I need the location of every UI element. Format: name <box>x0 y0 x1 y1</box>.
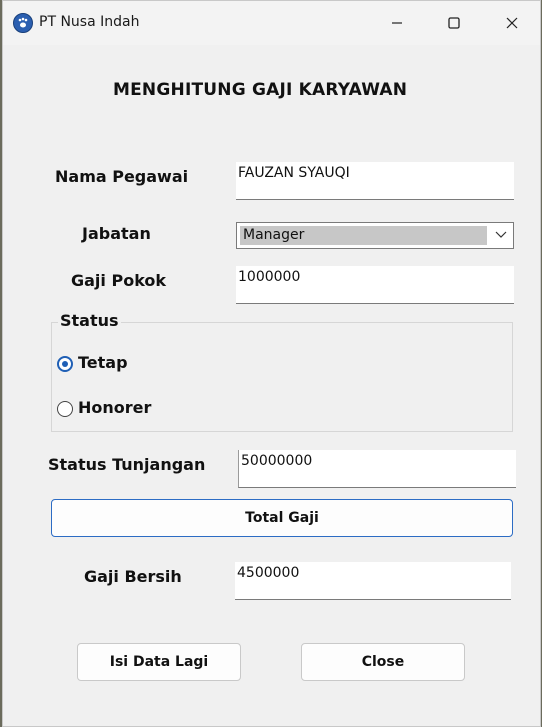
gaji-pokok-value: 1000000 <box>238 269 301 285</box>
nama-label: Nama Pegawai <box>55 167 189 186</box>
gaji-bersih-value: 4500000 <box>237 565 300 581</box>
minimize-icon <box>392 22 402 24</box>
page-title: MENGHITUNG GAJI KARYAWAN <box>113 80 408 100</box>
gaji-bersih-field[interactable]: 4500000 <box>235 562 511 600</box>
paw-icon <box>13 13 33 33</box>
radio-tetap-label[interactable]: Tetap <box>78 353 128 372</box>
gaji-bersih-label: Gaji Bersih <box>84 567 182 586</box>
maximize-icon <box>448 17 460 29</box>
gaji-pokok-field[interactable]: 1000000 <box>236 266 514 304</box>
tunjangan-value: 50000000 <box>241 453 313 469</box>
total-gaji-button[interactable]: Total Gaji <box>51 499 513 537</box>
gaji-pokok-label: Gaji Pokok <box>71 271 167 290</box>
jabatan-select[interactable]: Manager <box>236 222 514 249</box>
close-window-button[interactable] <box>483 1 541 45</box>
window-title: PT Nusa Indah <box>39 14 140 30</box>
nama-value: FAUZAN SYAUQI <box>238 165 350 181</box>
jabatan-selected-value: Manager <box>240 226 487 245</box>
chevron-down-icon <box>495 231 507 238</box>
tunjangan-field[interactable]: 50000000 <box>238 450 516 488</box>
maximize-button[interactable] <box>425 1 483 45</box>
minimize-button[interactable] <box>368 1 426 45</box>
isi-data-lagi-button[interactable]: Isi Data Lagi <box>77 643 241 681</box>
nama-field[interactable]: FAUZAN SYAUQI <box>236 162 514 200</box>
title-bar[interactable]: PT Nusa Indah <box>3 1 540 45</box>
app-window: PT Nusa Indah MENGHITUNG GAJI KARYAWAN N… <box>2 0 541 727</box>
radio-honorer-label[interactable]: Honorer <box>78 398 151 417</box>
status-group-title: Status <box>58 311 121 330</box>
radio-tetap[interactable] <box>57 356 73 372</box>
close-icon <box>506 17 518 29</box>
radio-honorer[interactable] <box>57 401 73 417</box>
jabatan-label: Jabatan <box>82 224 151 243</box>
tunjangan-label: Status Tunjangan <box>48 455 206 474</box>
close-button[interactable]: Close <box>301 643 465 681</box>
